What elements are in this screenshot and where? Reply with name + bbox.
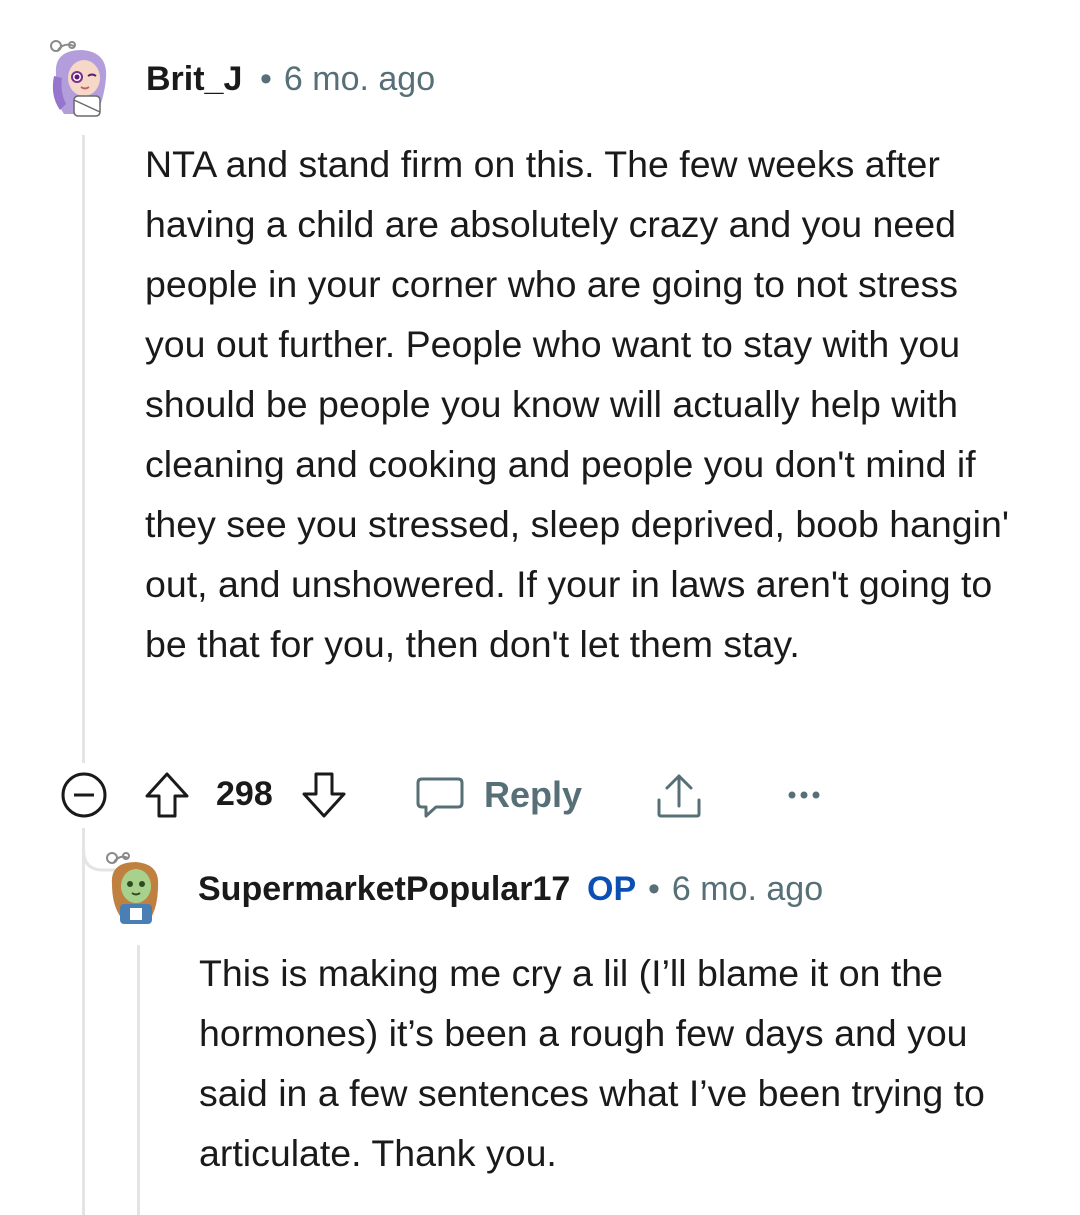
avatar-purple-hair-icon	[50, 40, 107, 117]
reply-user-avatar[interactable]	[102, 850, 168, 926]
comment-body: NTA and stand firm on this. The few week…	[145, 143, 1009, 665]
more-options-icon	[788, 791, 820, 799]
share-icon	[657, 774, 701, 818]
comment-username[interactable]: Brit_J	[146, 60, 242, 99]
collapse-button[interactable]	[60, 771, 108, 819]
upvote-icon	[145, 772, 189, 818]
upvote-button[interactable]	[143, 770, 191, 820]
reply-timestamp[interactable]: 6 mo. ago	[672, 870, 823, 908]
user-avatar[interactable]	[44, 40, 118, 118]
comment-meta: • 6 mo. ago	[248, 60, 435, 99]
reply-thread-line[interactable]	[137, 945, 140, 1215]
downvote-icon	[302, 772, 346, 818]
meta-separator: •	[260, 60, 272, 98]
comment-timestamp[interactable]: 6 mo. ago	[284, 60, 435, 98]
comment-thread-line[interactable]	[82, 135, 85, 763]
collapse-icon	[61, 772, 107, 818]
avatar-brown-hair-icon	[106, 852, 159, 924]
comment-thread-line-lower[interactable]	[82, 828, 85, 1215]
op-badge: OP	[587, 870, 637, 908]
reply-label: Reply	[484, 774, 583, 815]
reply-body: This is making me cry a lil (I’ll blame …	[199, 952, 985, 1174]
reply-username[interactable]: SupermarketPopular17	[198, 870, 570, 909]
reply-meta: • 6 mo. ago	[636, 870, 823, 909]
reply-icon	[416, 777, 464, 818]
reply-meta-separator: •	[648, 870, 660, 908]
share-button[interactable]	[655, 770, 703, 820]
more-options-button[interactable]	[786, 788, 822, 802]
downvote-button[interactable]	[300, 770, 348, 820]
vote-count: 298	[216, 775, 273, 813]
reply-button[interactable]: Reply	[416, 770, 582, 820]
